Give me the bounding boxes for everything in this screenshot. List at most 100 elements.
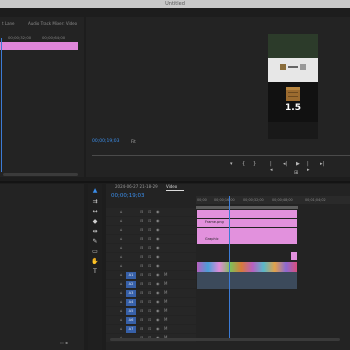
track-header-row[interactable]: ⌂ ⊟ ⊡ ◉ M <box>106 316 196 324</box>
mute-icon[interactable]: M <box>164 316 167 324</box>
clip-frame[interactable]: Frame.png <box>197 219 297 227</box>
track-lock-icon[interactable]: ⌂ <box>120 316 123 324</box>
sync-lock-icon[interactable]: ⊟ <box>140 244 143 252</box>
track-header-row[interactable]: ⌂ ⊟ ⊡ ◉ <box>106 244 196 252</box>
eye-icon[interactable]: ◉ <box>156 226 160 234</box>
eye-icon[interactable]: ◉ <box>156 208 160 216</box>
toggle-output-icon[interactable]: ⊡ <box>148 217 151 225</box>
sync-lock-icon[interactable]: ⊟ <box>140 280 143 288</box>
eye-icon[interactable]: ◉ <box>156 217 160 225</box>
sync-lock-icon[interactable]: ⊟ <box>140 316 143 324</box>
hand-tool-icon[interactable]: ✋ <box>91 258 99 266</box>
program-timecode[interactable]: 00;00;19;03 <box>92 139 119 145</box>
clip-graphic[interactable]: Graphic <box>197 236 297 244</box>
mute-icon[interactable]: M <box>164 325 167 333</box>
toggle-output-icon[interactable]: ⊡ <box>148 244 151 252</box>
audio-track-target[interactable]: A5 <box>126 308 136 315</box>
audio-track-target[interactable]: A3 <box>126 290 136 297</box>
new-item-icon[interactable]: ▪ <box>65 340 68 345</box>
track-lock-icon[interactable]: ⌂ <box>120 271 123 279</box>
sync-lock-icon[interactable]: ⊟ <box>140 325 143 333</box>
clip-small[interactable] <box>291 252 297 260</box>
track-lock-icon[interactable]: ⌂ <box>120 262 123 270</box>
toggle-output-icon[interactable]: ⊡ <box>148 289 151 297</box>
sync-lock-icon[interactable]: ⊟ <box>140 235 143 243</box>
eye-icon[interactable]: ◉ <box>156 244 160 252</box>
mute-icon[interactable]: M <box>164 307 167 315</box>
sync-lock-icon[interactable]: ⊟ <box>140 271 143 279</box>
sync-lock-icon[interactable]: ⊟ <box>140 262 143 270</box>
sync-lock-icon[interactable]: ⊟ <box>140 217 143 225</box>
track-lock-icon[interactable]: ⌂ <box>120 208 123 216</box>
toggle-output-icon[interactable]: ⊡ <box>148 208 151 216</box>
tab-audio-track-mixer[interactable]: Audio Track Mixer: Video <box>28 20 77 28</box>
audio-track-target[interactable]: A1 <box>126 272 136 279</box>
sync-lock-icon[interactable]: ⊟ <box>140 298 143 306</box>
panel-divider[interactable] <box>0 181 350 183</box>
selection-tool-icon[interactable]: ▲ <box>91 187 99 195</box>
track-lock-icon[interactable]: ⌂ <box>120 253 123 261</box>
track-lock-icon[interactable]: ⌂ <box>120 244 123 252</box>
track-header-row[interactable]: ⌂ ⊟ ⊡ ◉ <box>106 262 196 270</box>
work-area-bar[interactable] <box>196 206 298 209</box>
add-marker-button[interactable]: ▾ <box>230 161 233 167</box>
go-to-out-button[interactable]: ▸| <box>320 161 324 167</box>
track-header-row[interactable]: ⌂ ⊟ ⊡ ◉ M <box>106 307 196 315</box>
sync-lock-icon[interactable]: ⊟ <box>140 307 143 315</box>
sync-lock-icon[interactable]: ⊟ <box>140 253 143 261</box>
eye-icon[interactable]: ◉ <box>156 280 160 288</box>
step-forward-button[interactable]: |▸ <box>307 161 310 173</box>
play-button[interactable]: ▶ <box>296 161 300 167</box>
track-header-row[interactable]: ⌂ ⊟ ⊡ ◉ <box>106 208 196 216</box>
track-select-tool-icon[interactable]: ⇉ <box>91 198 99 206</box>
toggle-output-icon[interactable]: ⊡ <box>148 307 151 315</box>
eye-icon[interactable]: ◉ <box>156 271 160 279</box>
eye-icon[interactable]: ◉ <box>156 262 160 270</box>
track-lock-icon[interactable]: ⌂ <box>120 289 123 297</box>
toggle-output-icon[interactable]: ⊡ <box>148 325 151 333</box>
sequence-tab[interactable]: 2024-06-27 21-18-29 <box>115 184 158 190</box>
type-tool-icon[interactable]: T <box>91 268 99 276</box>
clip-middle[interactable] <box>197 228 297 236</box>
mark-in-button[interactable]: { <box>242 161 245 167</box>
ripple-edit-tool-icon[interactable]: ↔ <box>91 208 99 216</box>
timeline-scrollbar[interactable] <box>110 338 340 341</box>
sync-lock-icon[interactable]: ⊟ <box>140 208 143 216</box>
source-scrollbar[interactable] <box>3 173 78 176</box>
eye-icon[interactable]: ◉ <box>156 298 160 306</box>
track-header-row[interactable]: ⌂ ⊟ ⊡ ◉ M <box>106 289 196 297</box>
mute-icon[interactable]: M <box>164 280 167 288</box>
audio-clip-region[interactable] <box>197 272 297 289</box>
mark-out-button[interactable]: } <box>253 161 256 167</box>
mute-icon[interactable]: M <box>164 271 167 279</box>
sync-lock-icon[interactable]: ⊟ <box>140 226 143 234</box>
source-monitor-panel[interactable] <box>0 17 84 177</box>
eye-icon[interactable]: ◉ <box>156 325 160 333</box>
track-lock-icon[interactable]: ⌂ <box>120 280 123 288</box>
toggle-output-icon[interactable]: ⊡ <box>148 280 151 288</box>
toggle-output-icon[interactable]: ⊡ <box>148 316 151 324</box>
audio-track-target[interactable]: A2 <box>126 281 136 288</box>
eye-icon[interactable]: ◉ <box>156 253 160 261</box>
sync-lock-icon[interactable]: ⊟ <box>140 289 143 297</box>
clip-top[interactable] <box>197 210 297 218</box>
source-clip-bar[interactable] <box>0 42 78 50</box>
eye-icon[interactable]: ◉ <box>156 235 160 243</box>
clip-multicolor[interactable] <box>197 262 297 272</box>
track-lock-icon[interactable]: ⌂ <box>120 235 123 243</box>
pen-tool-icon[interactable]: ✎ <box>91 238 99 246</box>
toggle-output-icon[interactable]: ⊡ <box>148 226 151 234</box>
track-lock-icon[interactable]: ⌂ <box>120 325 123 333</box>
audio-track-target[interactable]: A6 <box>126 317 136 324</box>
toggle-output-icon[interactable]: ⊡ <box>148 253 151 261</box>
timeline-timecode[interactable]: 00;00;19;03 <box>111 193 145 199</box>
track-header-row[interactable]: ⌂ ⊟ ⊡ ◉ <box>106 226 196 234</box>
razor-tool-icon[interactable]: ◆ <box>91 218 99 226</box>
slip-tool-icon[interactable]: ⇹ <box>91 228 99 236</box>
timeline-playhead[interactable] <box>229 196 230 340</box>
folder-icon[interactable]: ▭ <box>60 340 64 345</box>
track-header-row[interactable]: ⌂ ⊟ ⊡ ◉ M <box>106 325 196 333</box>
eye-icon[interactable]: ◉ <box>156 289 160 297</box>
go-to-in-button[interactable]: |◂ <box>270 161 273 173</box>
audio-track-target[interactable]: A4 <box>126 299 136 306</box>
